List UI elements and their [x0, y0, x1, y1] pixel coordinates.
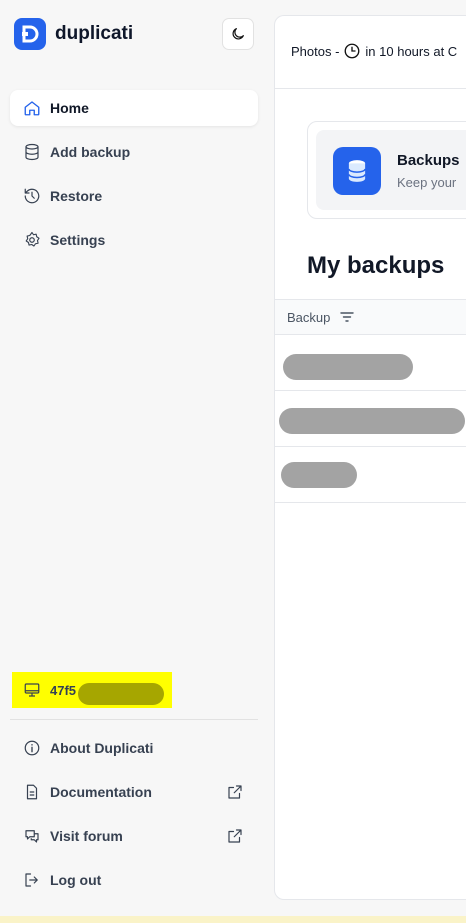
machine-id-text: 47f5 [50, 682, 77, 698]
theme-toggle-button[interactable] [222, 18, 254, 50]
footer-item-label: About Duplicati [50, 740, 154, 756]
nav-item-add-backup[interactable]: Add backup [10, 134, 258, 170]
duplicati-logo-icon [14, 18, 46, 50]
card-body: Backups Keep your [316, 130, 466, 210]
card-title: Backups [397, 152, 460, 169]
sidebar-divider [10, 719, 258, 720]
sidebar: duplicati Home Add backup Restore Settin… [0, 0, 268, 923]
footer-item-label: Visit forum [50, 828, 123, 844]
redacted-text [279, 408, 465, 434]
external-link-icon [228, 829, 242, 843]
database-icon [333, 147, 381, 195]
machine-id-item[interactable]: 47f5 [12, 672, 172, 708]
table-row[interactable] [275, 391, 466, 447]
external-link-icon [228, 785, 242, 799]
nav-item-restore[interactable]: Restore [10, 178, 258, 214]
status-prefix: Photos - [291, 43, 340, 59]
sidebar-footer: About Duplicati Documentation Visit foru… [10, 730, 258, 906]
nav-item-settings[interactable]: Settings [10, 222, 258, 258]
chat-icon [22, 826, 42, 846]
app-name: duplicati [55, 23, 134, 44]
nav-item-label: Restore [50, 188, 103, 204]
nav-item-label: Settings [50, 232, 106, 248]
header-divider [275, 88, 466, 89]
redacted-text [283, 354, 413, 380]
redacted-text [281, 462, 357, 488]
document-icon [22, 782, 42, 802]
log-out-button[interactable]: Log out [10, 862, 258, 898]
card-subtitle: Keep your [397, 175, 457, 190]
monitor-icon [22, 680, 42, 700]
table-row[interactable] [275, 447, 466, 503]
home-icon [22, 98, 42, 118]
clock-icon [344, 43, 360, 59]
redacted-text [78, 683, 164, 705]
main-nav: Home Add backup Restore Settings [10, 90, 258, 266]
documentation-link[interactable]: Documentation [10, 774, 258, 810]
moon-icon [232, 28, 244, 40]
footer-item-label: Documentation [50, 784, 152, 800]
nav-item-label: Add backup [50, 144, 131, 160]
history-icon [22, 186, 42, 206]
main-panel: Photos - in 10 hours at C Backups Keep y… [274, 15, 466, 900]
column-header-backup: Backup [287, 309, 331, 325]
footer-item-label: Log out [50, 872, 102, 888]
logout-icon [22, 870, 42, 890]
visit-forum-link[interactable]: Visit forum [10, 818, 258, 854]
backups-summary-card[interactable]: Backups Keep your [307, 121, 466, 219]
bottom-strip [0, 916, 466, 923]
database-icon [22, 142, 42, 162]
gear-icon [22, 230, 42, 250]
nav-item-label: Home [50, 100, 89, 116]
nav-item-home[interactable]: Home [10, 90, 258, 126]
table-header[interactable]: Backup [275, 299, 466, 335]
page-title: My backups [307, 252, 445, 279]
next-backup-status[interactable]: Photos - in 10 hours at C [291, 42, 457, 60]
app-logo[interactable]: duplicati [14, 18, 133, 50]
filter-icon[interactable] [340, 311, 355, 323]
about-duplicati-link[interactable]: About Duplicati [10, 730, 258, 766]
status-schedule: in 10 hours at C [365, 43, 458, 59]
table-row[interactable] [275, 335, 466, 391]
info-icon [22, 738, 42, 758]
